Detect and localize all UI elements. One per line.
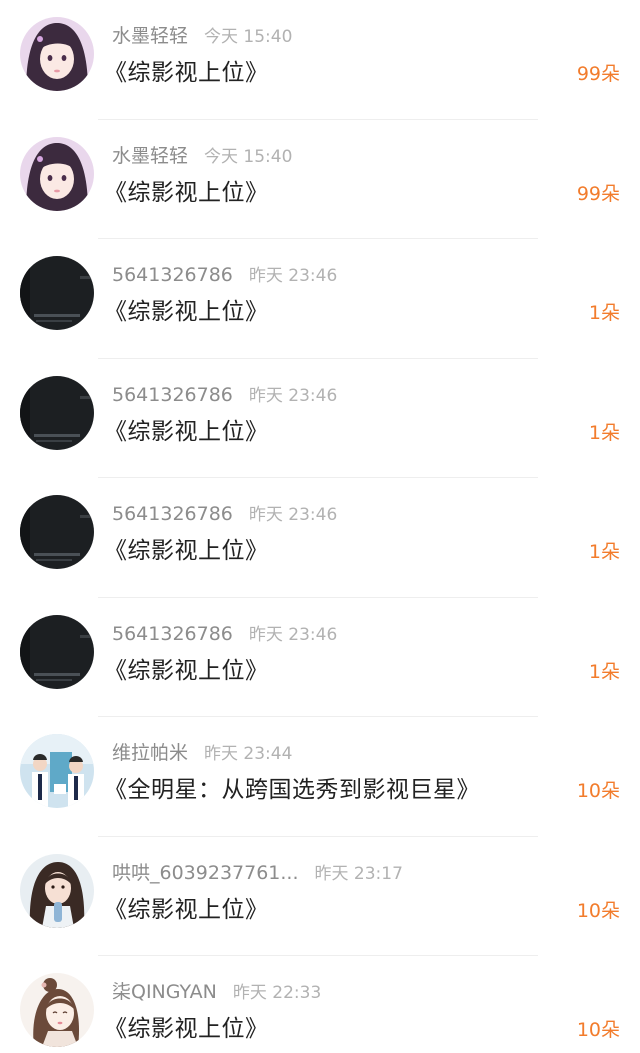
name-line: 哄哄_6039237761... 昨天 23:17 <box>112 859 403 887</box>
timestamp: 昨天 23:46 <box>248 385 338 406</box>
girl-anime-avatar-icon <box>20 136 94 211</box>
name-line: 柒QINGYAN 昨天 22:33 <box>112 978 321 1006</box>
username[interactable]: 维拉帕米 <box>112 742 188 764</box>
flower-count: 1朵 <box>588 302 620 324</box>
flower-count: 99朵 <box>576 63 620 85</box>
flower-count: 99朵 <box>576 182 620 205</box>
timestamp: 昨天 23:17 <box>314 863 403 884</box>
username[interactable]: 5641326786 <box>112 503 233 525</box>
username[interactable]: 水墨轻轻 <box>112 25 188 47</box>
list-item[interactable]: 哄哄_6039237761... 昨天 23:17 《综影视上位》 10朵 <box>0 837 640 956</box>
name-line: 5641326786 昨天 23:46 <box>112 381 337 409</box>
avatar[interactable] <box>20 734 94 808</box>
name-line: 5641326786 昨天 23:46 <box>112 620 337 648</box>
timestamp: 昨天 23:46 <box>248 266 338 286</box>
list-item[interactable]: 5641326786 昨天 23:46 《综影视上位》 1朵 <box>0 478 640 598</box>
list-item[interactable]: 水墨轻轻 今天 15:40 《综影视上位》 99朵 <box>0 120 640 239</box>
book-title[interactable]: 《全明星：从跨国选秀到影视巨星》 <box>104 773 480 807</box>
name-line: 水墨轻轻 今天 15:40 <box>112 142 292 170</box>
timestamp: 昨天 23:46 <box>248 624 338 645</box>
book-title[interactable]: 《综影视上位》 <box>104 654 269 688</box>
book-title[interactable]: 《综影视上位》 <box>104 56 269 90</box>
gift-record-list: 水墨轻轻 今天 15:40 《综影视上位》 99朵 水墨轻轻 今天 15:40 《综… <box>0 0 640 1053</box>
avatar[interactable] <box>20 853 94 928</box>
avatar[interactable] <box>20 17 94 91</box>
name-line: 维拉帕米 昨天 23:44 <box>112 739 292 767</box>
list-item[interactable]: 柒QINGYAN 昨天 22:33 《综影视上位》 10朵 <box>0 956 640 1053</box>
username[interactable]: 哄哄_6039237761... <box>112 862 299 884</box>
book-title[interactable]: 《综影视上位》 <box>104 893 269 927</box>
timestamp: 昨天 22:33 <box>232 983 322 1003</box>
avatar[interactable] <box>20 495 94 569</box>
book-title[interactable]: 《综影视上位》 <box>104 176 269 210</box>
flower-count: 10朵 <box>576 1019 620 1041</box>
username[interactable]: 柒QINGYAN <box>112 981 217 1003</box>
flower-count: 1朵 <box>588 421 620 444</box>
book-title[interactable]: 《综影视上位》 <box>104 534 269 568</box>
dark-screenshot-avatar-icon <box>20 614 94 689</box>
avatar[interactable] <box>20 614 94 689</box>
timestamp: 昨天 23:44 <box>204 744 293 764</box>
username[interactable]: 5641326786 <box>112 623 233 645</box>
girl-photo-avatar-icon <box>20 853 94 928</box>
username[interactable]: 水墨轻轻 <box>112 145 188 167</box>
name-line: 水墨轻轻 今天 15:40 <box>112 22 292 50</box>
timestamp: 今天 15:40 <box>204 146 293 167</box>
timestamp: 昨天 23:46 <box>248 505 338 525</box>
girl-anime-avatar-icon <box>20 17 94 91</box>
illustrated-girl-avatar-icon <box>20 973 94 1047</box>
list-item[interactable]: 维拉帕米 昨天 23:44 《全明星：从跨国选秀到影视巨星》 10朵 <box>0 717 640 837</box>
flower-count: 10朵 <box>576 780 620 802</box>
username[interactable]: 5641326786 <box>112 264 233 286</box>
list-item[interactable]: 5641326786 昨天 23:46 《综影视上位》 1朵 <box>0 598 640 717</box>
dark-screenshot-avatar-icon <box>20 375 94 450</box>
list-item[interactable]: 水墨轻轻 今天 15:40 《综影视上位》 99朵 <box>0 0 640 120</box>
book-title[interactable]: 《综影视上位》 <box>104 1012 269 1046</box>
avatar[interactable] <box>20 136 94 211</box>
list-item[interactable]: 5641326786 昨天 23:46 《综影视上位》 1朵 <box>0 359 640 478</box>
dark-screenshot-avatar-icon <box>20 256 94 330</box>
name-line: 5641326786 昨天 23:46 <box>112 500 337 528</box>
flower-count: 1朵 <box>588 660 620 683</box>
avatar[interactable] <box>20 256 94 330</box>
flower-count: 1朵 <box>588 541 620 563</box>
timestamp: 今天 15:40 <box>204 27 293 47</box>
username[interactable]: 5641326786 <box>112 384 233 406</box>
avatar[interactable] <box>20 973 94 1047</box>
group-photo-avatar-icon <box>20 734 94 808</box>
book-title[interactable]: 《综影视上位》 <box>104 415 269 449</box>
list-item[interactable]: 5641326786 昨天 23:46 《综影视上位》 1朵 <box>0 239 640 359</box>
avatar[interactable] <box>20 375 94 450</box>
flower-count: 10朵 <box>576 899 620 922</box>
dark-screenshot-avatar-icon <box>20 495 94 569</box>
book-title[interactable]: 《综影视上位》 <box>104 295 269 329</box>
name-line: 5641326786 昨天 23:46 <box>112 261 337 289</box>
